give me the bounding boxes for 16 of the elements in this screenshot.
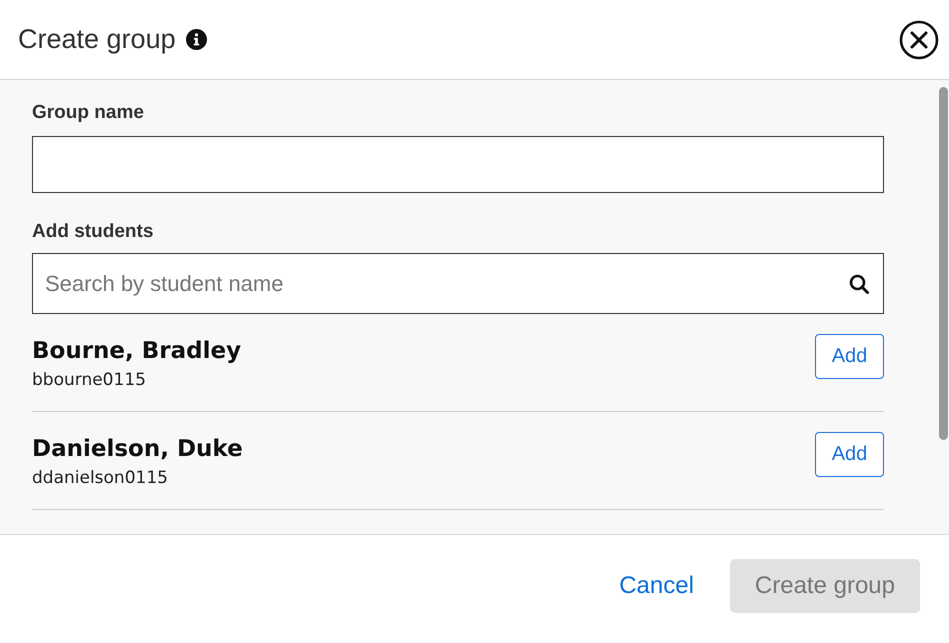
search-field[interactable]: Search by student name bbox=[32, 253, 884, 314]
cancel-button[interactable]: Cancel bbox=[619, 572, 694, 600]
add-button[interactable]: Add bbox=[815, 334, 884, 379]
student-username: ddanielson0115 bbox=[32, 468, 169, 488]
student-name: Danielson, Duke bbox=[32, 436, 244, 462]
info-icon[interactable] bbox=[186, 29, 207, 50]
field-label: Add students bbox=[32, 221, 154, 243]
dialog-title: Create group bbox=[18, 24, 176, 55]
field-label: Group name bbox=[32, 102, 145, 124]
search-icon[interactable] bbox=[849, 274, 869, 294]
student-username: bbourne0115 bbox=[32, 370, 147, 390]
scrollbar-thumb[interactable] bbox=[939, 87, 948, 440]
student-name: Bourne, Bradley bbox=[32, 338, 242, 364]
group-name-field[interactable] bbox=[32, 136, 884, 193]
close-button[interactable] bbox=[899, 20, 939, 60]
add-button[interactable]: Add bbox=[815, 432, 884, 477]
